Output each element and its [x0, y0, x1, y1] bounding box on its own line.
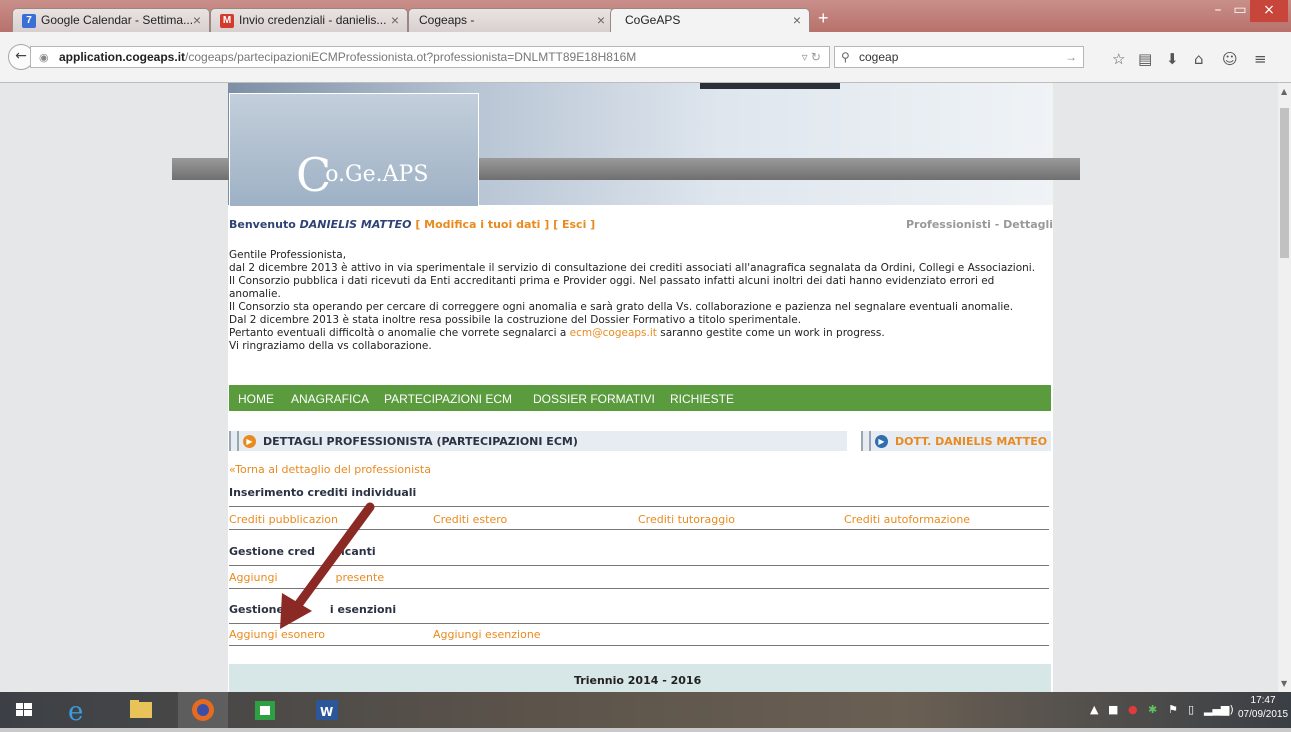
- tab-cogeaps[interactable]: Cogeaps - ×: [408, 8, 614, 32]
- calendar-icon: 7: [22, 14, 36, 28]
- network-app-icon[interactable]: ✱: [1148, 703, 1157, 716]
- home-icon[interactable]: ⌂: [1194, 50, 1204, 68]
- intro-line: Il Consorzio sta operando per cercare di…: [229, 301, 1014, 313]
- reading-list-icon[interactable]: ▤: [1138, 50, 1152, 68]
- bookmark-star-icon[interactable]: ☆: [1112, 50, 1125, 68]
- scroll-down-icon[interactable]: ▼: [1281, 679, 1287, 688]
- details-title: DETTAGLI PROFESSIONISTA (PARTECIPAZIONI …: [263, 435, 578, 448]
- browser-titlebar: 7 Google Calendar - Settima... × M Invio…: [0, 0, 1291, 33]
- internet-explorer-icon[interactable]: e: [54, 692, 104, 728]
- scrollbar-thumb[interactable]: [1280, 108, 1289, 258]
- battery-icon[interactable]: ▯: [1188, 703, 1194, 716]
- tab-label: Invio credenziali - danielis...: [239, 13, 387, 27]
- close-icon[interactable]: ×: [597, 12, 605, 28]
- logo-box: Co.Ge.APS: [229, 93, 479, 207]
- section-label: Professionisti - Dettagli: [906, 218, 1054, 231]
- windows-start-icon[interactable]: [0, 692, 50, 728]
- menu-dossier-formativi[interactable]: DOSSIER FORMATIVI: [533, 392, 655, 406]
- user-name: DANIELIS MATTEO: [299, 218, 412, 231]
- search-value: cogeap: [859, 50, 899, 64]
- foreign-credits-link[interactable]: Crediti estero: [433, 513, 507, 526]
- vertical-scrollbar[interactable]: ▲ ▼: [1278, 83, 1291, 692]
- firefox-icon[interactable]: [178, 692, 228, 728]
- search-go-icon[interactable]: →: [1065, 50, 1077, 64]
- navigation-bar: ← ◉ application.cogeaps.it/cogeaps/parte…: [0, 32, 1291, 83]
- back-to-details-link[interactable]: «Torna al dettaglio del professionista: [229, 463, 431, 476]
- divider-bars: [229, 431, 239, 451]
- close-window-button[interactable]: ×: [1250, 0, 1288, 22]
- menu-anagrafica[interactable]: ANAGRAFICA: [291, 392, 369, 406]
- new-tab-button[interactable]: +: [818, 8, 829, 29]
- section-individual-credits: Inserimento crediti individuali: [229, 486, 417, 499]
- download-icon[interactable]: ⬇: [1166, 50, 1179, 68]
- menu-richieste[interactable]: RICHIESTE: [670, 392, 734, 406]
- triennio-panel: Triennio 2014 - 2016: [229, 664, 1051, 692]
- welcome-line: Benvenuto DANIELIS MATTEO [ Modifica i t…: [229, 218, 596, 231]
- menu-partecipazioni-ecm[interactable]: PARTECIPAZIONI ECM: [384, 392, 512, 406]
- intro-line: Dal 2 dicembre 2013 è stata inoltre resa…: [229, 314, 802, 326]
- header-photo: [700, 83, 840, 89]
- close-icon[interactable]: ×: [193, 12, 201, 28]
- email-link[interactable]: ecm@cogeaps.it: [570, 327, 657, 339]
- intro-line: dal 2 dicembre 2013 è attivo in via sper…: [229, 262, 1036, 274]
- clock-time: 17:47: [1250, 695, 1276, 706]
- url-path: /cogeaps/partecipazioniECMProfessionista…: [185, 50, 637, 64]
- tab-label: Cogeaps -: [419, 13, 475, 27]
- divider: [229, 645, 1049, 646]
- arrow-right-icon: ▶: [875, 435, 888, 448]
- scroll-up-icon[interactable]: ▲: [1281, 87, 1287, 96]
- globe-icon: ◉: [39, 52, 49, 64]
- reload-icon[interactable]: ▿ ↻: [802, 50, 821, 64]
- intro-line: Il Consorzio pubblica i dati ricevuti da…: [229, 275, 995, 287]
- details-header: ▶ DETTAGLI PROFESSIONISTA (PARTECIPAZION…: [229, 431, 847, 451]
- add-exemption-link[interactable]: Aggiungi esenzione: [433, 628, 541, 641]
- intro-line: Gentile Professionista,: [229, 249, 347, 261]
- tab-google-calendar[interactable]: 7 Google Calendar - Settima... ×: [12, 8, 210, 32]
- tab-gmail[interactable]: M Invio credenziali - danielis... ×: [210, 8, 408, 32]
- menu-icon[interactable]: ≡: [1254, 50, 1267, 68]
- file-explorer-icon[interactable]: [116, 692, 166, 728]
- intro-line: Pertanto eventuali difficoltà o anomalie…: [229, 327, 885, 339]
- exit-link[interactable]: [ Esci ]: [553, 218, 595, 231]
- system-clock[interactable]: 17:47 07/09/2015: [1238, 694, 1288, 722]
- close-icon[interactable]: ×: [793, 12, 801, 28]
- arrow-right-icon: ▶: [243, 435, 256, 448]
- store-icon[interactable]: [240, 692, 290, 728]
- tray-app-icon[interactable]: ■: [1108, 703, 1118, 716]
- word-icon[interactable]: W: [302, 692, 352, 728]
- url-domain: application.cogeaps.it: [59, 50, 186, 64]
- close-icon[interactable]: ×: [391, 12, 399, 28]
- professional-title: DOTT. DANIELIS MATTEO: [895, 435, 1048, 448]
- gmail-icon: M: [220, 14, 234, 28]
- menu-home[interactable]: HOME: [238, 392, 274, 406]
- windows-taskbar: e W ▲ ■ ● ✱ ⚑ ▯ ▂▄▆ ◂) 17:47 07/09/2015: [0, 692, 1291, 728]
- triennio-title: Triennio 2014 - 2016: [574, 674, 702, 687]
- intro-line: Vi ringraziamo della vs collaborazione.: [229, 340, 432, 352]
- annotation-arrow: [280, 502, 375, 629]
- modify-data-link[interactable]: [ Modifica i tuoi dati ]: [415, 218, 549, 231]
- tab-cogeaps-active[interactable]: CoGeAPS ×: [610, 8, 810, 33]
- chat-icon[interactable]: ☺: [1222, 50, 1238, 68]
- self-training-credits-link[interactable]: Crediti autoformazione: [844, 513, 970, 526]
- professional-header: ▶ DOTT. DANIELIS MATTEO: [861, 431, 1051, 451]
- action-center-flag-icon[interactable]: ⚑: [1168, 703, 1178, 716]
- svg-text:W: W: [320, 705, 333, 719]
- url-bar[interactable]: ◉ application.cogeaps.it/cogeaps/parteci…: [30, 46, 830, 68]
- show-hidden-icons[interactable]: ▲: [1090, 703, 1098, 716]
- search-icon: ⚲: [841, 50, 850, 64]
- tab-label: Google Calendar - Settima...: [41, 13, 194, 27]
- search-input[interactable]: ⚲ cogeap →: [834, 46, 1084, 68]
- divider-bars: [861, 431, 871, 451]
- svg-text:e: e: [68, 697, 83, 727]
- tutoring-credits-link[interactable]: Crediti tutoraggio: [638, 513, 735, 526]
- tab-label: CoGeAPS: [625, 13, 681, 27]
- main-menu: HOME ANAGRAFICA PARTECIPAZIONI ECM DOSSI…: [229, 385, 1051, 411]
- antivirus-icon[interactable]: ●: [1128, 703, 1138, 716]
- page-viewport: Co.Ge.APS Benvenuto DANIELIS MATTEO [ Mo…: [0, 83, 1278, 692]
- clock-date: 07/09/2015: [1238, 709, 1289, 720]
- intro-line: anomalie.: [229, 288, 281, 300]
- site-logo[interactable]: Co.Ge.APS: [296, 138, 428, 202]
- volume-icon[interactable]: ◂): [1224, 703, 1234, 716]
